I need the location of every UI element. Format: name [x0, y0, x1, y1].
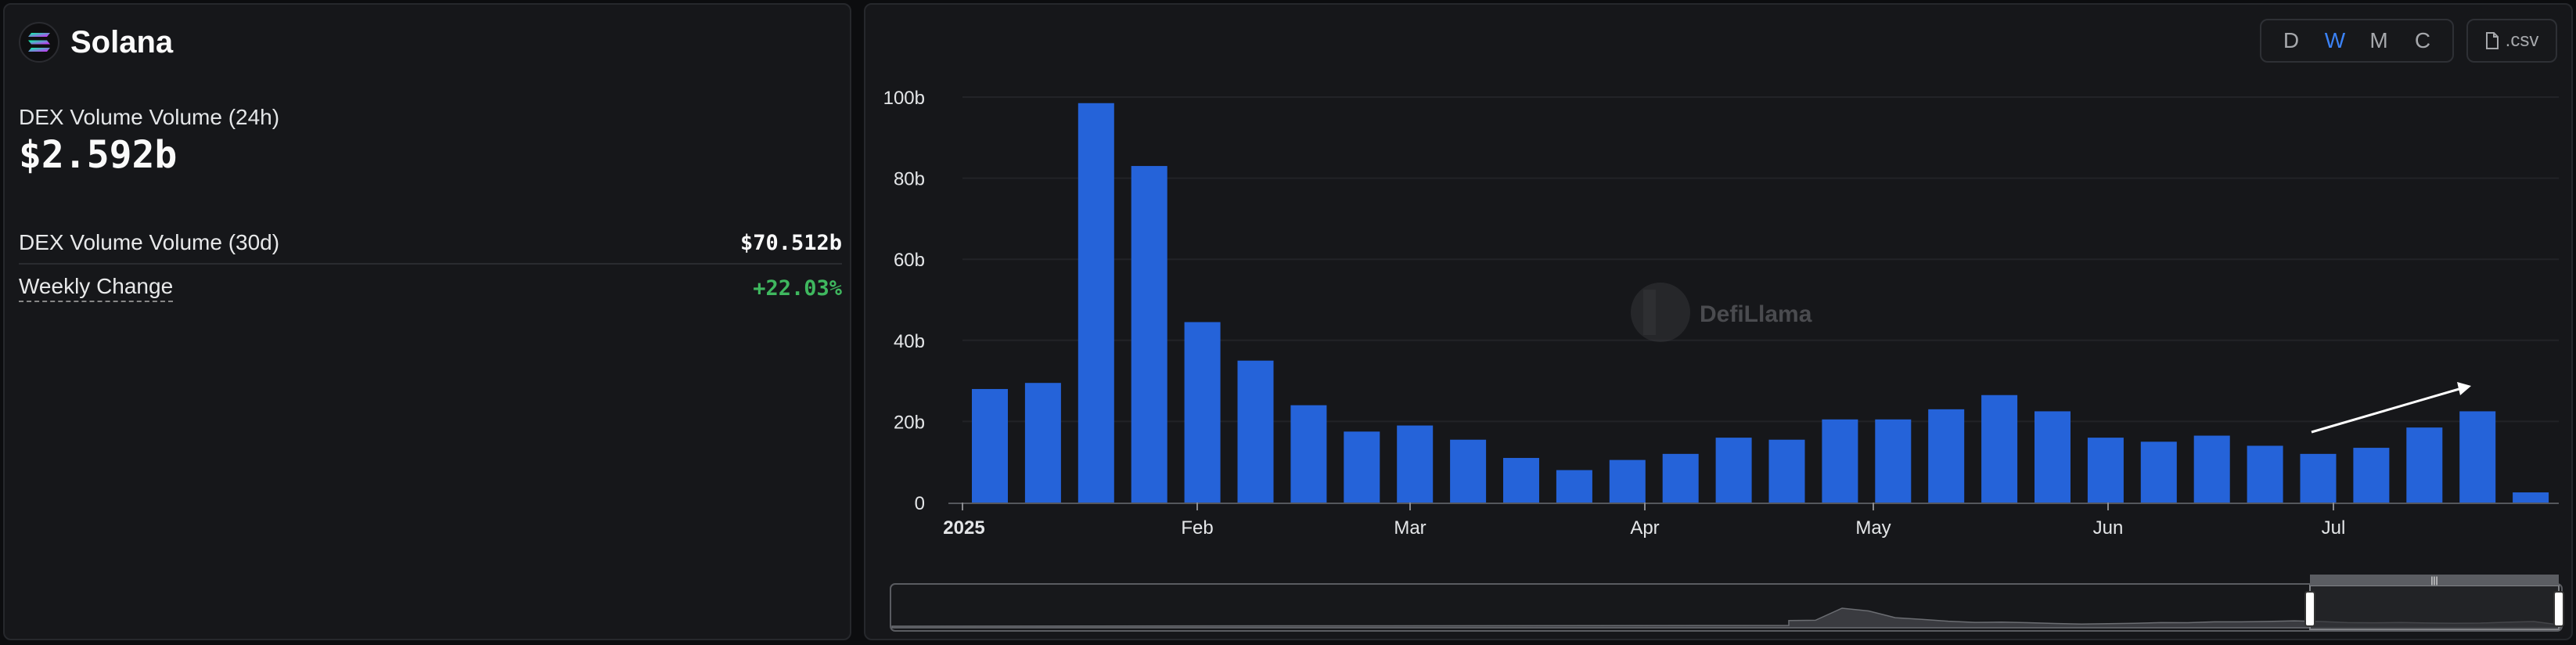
bar[interactable] [1397, 425, 1434, 503]
volume-30d-value: $70.512b [739, 230, 842, 255]
bar[interactable] [1609, 459, 1646, 503]
row-divider [19, 263, 842, 265]
llama-logo-shape [1643, 290, 1656, 335]
slider-selected-window[interactable] [2309, 585, 2560, 630]
bar[interactable] [1503, 458, 1539, 503]
y-axis-ticks: 0 20b 40b 60b 80b 100b [883, 88, 925, 514]
watermark-text: DefiLlama [1700, 301, 1812, 327]
bar[interactable] [1981, 395, 2018, 503]
slider-grip-icon: ||| [2430, 575, 2437, 586]
x-tick-label: 2025 [943, 517, 984, 539]
bar[interactable] [1822, 419, 1858, 503]
x-tick-label: Jun [2093, 517, 2124, 539]
y-tick-label: 80b [894, 169, 925, 190]
bar[interactable] [2087, 438, 2124, 503]
slider-right-handle[interactable] [2553, 591, 2564, 627]
range-slider[interactable]: ||| [890, 575, 2564, 632]
volume-24h-label: DEX Volume Volume (24h) [19, 105, 280, 129]
x-tick-label: Feb [1181, 517, 1213, 539]
bar[interactable] [2140, 441, 2177, 503]
bar[interactable] [1450, 439, 1487, 503]
bar[interactable] [2300, 453, 2337, 503]
y-tick-label: 100b [883, 88, 925, 109]
bar[interactable] [2513, 492, 2549, 503]
volume-24h-value: $2.592b [19, 133, 178, 177]
bar[interactable] [1344, 431, 1380, 503]
bar[interactable] [1184, 322, 1221, 503]
watermark: DefiLlama [1631, 283, 1812, 342]
llama-logo-icon [1631, 283, 1690, 342]
bar[interactable] [1556, 470, 1592, 503]
weekly-change-row: Weekly Change +22.03% [19, 268, 842, 308]
volume-30d-row: DEX Volume Volume (30d) $70.512b [19, 222, 842, 263]
volume-30d-label: DEX Volume Volume (30d) [19, 230, 280, 254]
bar[interactable] [1875, 419, 1912, 503]
volume-bar-chart: 0 20b 40b 60b 80b 100b DefiLlama 2025 Feb Mar Ap… [883, 88, 2564, 632]
bar[interactable] [2353, 448, 2390, 503]
bar[interactable] [2193, 435, 2230, 503]
bar[interactable] [1078, 103, 1114, 503]
y-tick-label: 40b [894, 331, 925, 352]
trend-arrow [2311, 382, 2471, 434]
chain-name: Solana [70, 24, 174, 59]
bar[interactable] [2035, 411, 2071, 503]
bar[interactable] [1290, 405, 1327, 503]
y-tick-label: 0 [915, 493, 925, 514]
chain-header: Solana [19, 22, 173, 63]
x-tick-label: Mar [1394, 517, 1426, 539]
bar[interactable] [1024, 383, 1061, 503]
weekly-change-label[interactable]: Weekly Change [19, 274, 174, 302]
x-tick-label: May [1855, 517, 1891, 539]
y-tick-label: 60b [894, 250, 925, 271]
y-tick-label: 20b [894, 412, 925, 433]
weekly-change-value: +22.03% [753, 276, 842, 301]
chart-panel: D W M C .csv 0 20b 40b 60b 80b 100b DefiLlama… [864, 3, 2573, 640]
bar[interactable] [1768, 439, 1805, 503]
bar[interactable] [972, 388, 1008, 503]
solana-logo-icon [19, 22, 59, 63]
slider-left-handle[interactable] [2304, 591, 2315, 627]
x-tick-label: Apr [1630, 517, 1659, 539]
bar[interactable] [1131, 166, 1167, 503]
bar[interactable] [1237, 360, 1274, 503]
bar[interactable] [1928, 409, 1965, 503]
summary-panel: Solana DEX Volume Volume (24h) $2.592b D… [3, 3, 851, 640]
bar[interactable] [2459, 411, 2496, 503]
bar[interactable] [1715, 438, 1752, 503]
bar[interactable] [2406, 427, 2443, 503]
bar[interactable] [2247, 445, 2283, 503]
x-axis-ticks: 2025 Feb Mar Apr May Jun Jul [943, 503, 2559, 539]
x-tick-label: Jul [2322, 517, 2346, 539]
bar[interactable] [1662, 453, 1699, 503]
